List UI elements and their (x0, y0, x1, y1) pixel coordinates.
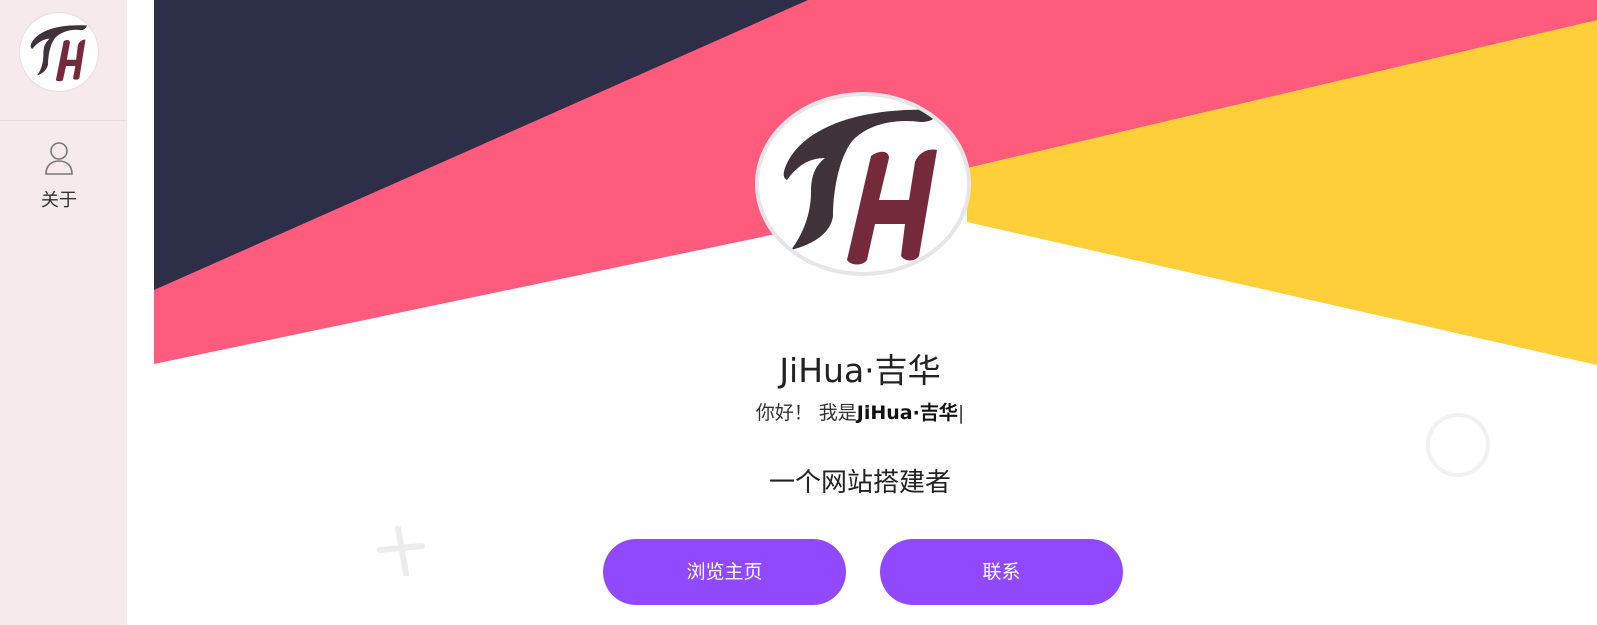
sidebar-item-label: 关于 (41, 190, 77, 211)
avatar (755, 92, 971, 276)
sidebar-divider (0, 120, 127, 121)
tagline: 一个网站搭建者 (768, 468, 951, 498)
contact-button[interactable]: 联系 (880, 539, 1123, 605)
greeting-prefix: 你好！ 我是 (755, 402, 857, 424)
browse-home-button[interactable]: 浏览主页 (603, 539, 846, 605)
decorative-circle (1426, 413, 1490, 477)
main-content: JiHua·吉华 你好！ 我是JiHua·吉华| 一个网站搭建者 浏览主页 联系 (154, 0, 1597, 625)
sidebar-logo[interactable] (19, 12, 99, 92)
sidebar: 关于 (0, 0, 127, 625)
jh-logo-icon (783, 109, 941, 265)
user-icon (44, 140, 74, 176)
sidebar-item-about[interactable]: 关于 (0, 138, 127, 218)
greeting-name: JiHua·吉华 (856, 402, 958, 424)
greeting-line: 你好！ 我是JiHua·吉华| (610, 398, 1110, 425)
typing-cursor: | (957, 402, 965, 424)
jh-logo-icon (30, 25, 88, 82)
profile-name: JiHua·吉华 (779, 351, 941, 390)
decorative-cross-icon (377, 526, 425, 576)
